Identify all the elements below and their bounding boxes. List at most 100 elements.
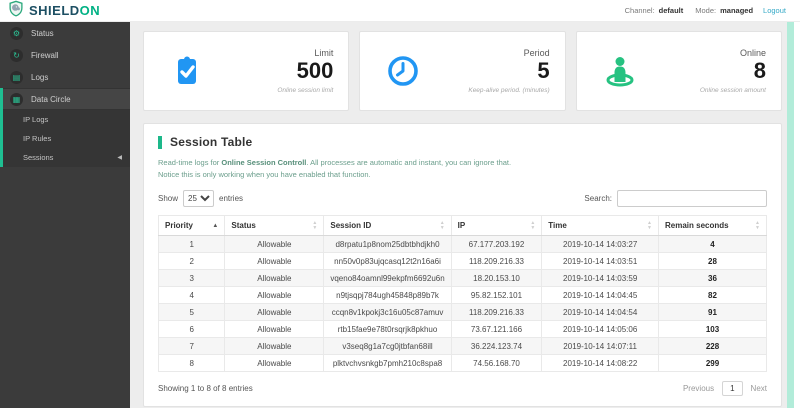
panel-description: Read-time logs for Online Session Contro… xyxy=(158,157,767,180)
brand-logo[interactable]: SHIELDON xyxy=(8,0,100,22)
table-row: 2 Allowable nn50v0p83ujqcasq12t2n16a6i 1… xyxy=(157,252,767,271)
card-value: 8 xyxy=(753,57,766,83)
sidebar-item-firewall[interactable]: ↻ Firewall xyxy=(0,44,130,66)
cell-remain-seconds: 299 xyxy=(658,354,767,373)
sidebar-item-data-circle[interactable]: ▦ Data Circle xyxy=(3,88,130,110)
mode-value: managed xyxy=(720,6,754,15)
cell-time: 2019-10-14 14:04:45 xyxy=(541,286,659,305)
main-content: Limit 500 Online session limit Period 5 … xyxy=(130,22,788,408)
column-header-status[interactable]: Status ▲ ▼ xyxy=(224,215,325,237)
column-header-session-id[interactable]: Session ID ▲ ▼ xyxy=(323,215,452,237)
table-row: 1 Allowable d8rpatu1p8nom25dbtbhdjkh0 67… xyxy=(157,235,767,254)
cell-remain-seconds: 4 xyxy=(658,235,767,254)
cell-status: Allowable xyxy=(224,235,325,254)
page-number-button[interactable]: 1 xyxy=(722,381,743,397)
sort-icon: ▲ ▼ xyxy=(647,220,652,231)
table-row: 5 Allowable ccqn8v1kpokj3c16u05c87amuv 1… xyxy=(157,303,767,322)
column-header-time[interactable]: Time ▲ ▼ xyxy=(541,215,659,237)
scrollbar[interactable] xyxy=(787,22,794,408)
cell-time: 2019-10-14 14:07:11 xyxy=(541,337,659,356)
cell-priority: 3 xyxy=(157,269,226,288)
top-bar: SHIELDON Channel: default Mode: managed … xyxy=(0,0,800,22)
card-caption: Online session limit xyxy=(277,87,334,95)
cell-time: 2019-10-14 14:08:22 xyxy=(541,354,659,373)
next-page-button[interactable]: Next xyxy=(751,384,767,393)
logout-link[interactable]: Logout xyxy=(763,6,786,15)
column-header-ip[interactable]: IP ▲ ▼ xyxy=(450,215,543,237)
cell-status: Allowable xyxy=(224,337,325,356)
cell-session-id: v3seq8g1a7cg0jtbfan68ill xyxy=(323,337,452,356)
shield-logo-icon xyxy=(8,0,24,22)
gear-icon: ⚙ xyxy=(10,26,23,40)
cell-session-id: nn50v0p83ujqcasq12t2n16a6i xyxy=(323,252,452,271)
sidebar-subitem-label: IP Logs xyxy=(23,115,49,124)
cell-priority: 6 xyxy=(157,320,226,339)
cell-priority: 1 xyxy=(157,235,226,254)
logs-icon: ▤ xyxy=(10,70,23,84)
title-accent-bar xyxy=(158,135,162,149)
sidebar-submenu: IP Logs IP Rules Sessions ◀ xyxy=(3,110,130,167)
cell-time: 2019-10-14 14:05:06 xyxy=(541,320,659,339)
sort-icon: ▲ ▼ xyxy=(439,220,445,231)
sidebar-subitem-sessions[interactable]: Sessions ◀ xyxy=(3,148,130,167)
table-row: 4 Allowable n9tjsqpj784ugh45848p89b7k 95… xyxy=(157,286,767,305)
cell-time: 2019-10-14 14:03:27 xyxy=(541,235,659,254)
cell-status: Allowable xyxy=(224,320,325,339)
cell-remain-seconds: 103 xyxy=(658,320,767,339)
online-card: Online 8 Online session amount xyxy=(575,31,782,111)
limit-card: Limit 500 Online session limit xyxy=(143,31,350,111)
stat-cards-row: Limit 500 Online session limit Period 5 … xyxy=(143,31,782,111)
sort-asc-icon: ▲ xyxy=(212,222,219,229)
sidebar-item-label: Logs xyxy=(31,72,49,82)
cell-time: 2019-10-14 14:04:54 xyxy=(541,303,659,322)
sidebar-item-label: Data Circle xyxy=(31,94,71,104)
cell-session-id: d8rpatu1p8nom25dbtbhdjkh0 xyxy=(323,235,452,254)
search-input[interactable] xyxy=(617,190,767,208)
cell-session-id: plktvchvsnkgb7pmh210c8spa8 xyxy=(323,354,452,373)
card-label: Online xyxy=(739,47,766,58)
sidebar-subitem-label: IP Rules xyxy=(23,134,52,143)
cell-time: 2019-10-14 14:03:59 xyxy=(541,269,659,288)
sidebar-item-logs[interactable]: ▤ Logs xyxy=(0,66,130,88)
app-window: SHIELDON Channel: default Mode: managed … xyxy=(0,0,800,408)
cell-priority: 7 xyxy=(157,337,226,356)
data-circle-icon: ▦ xyxy=(10,92,23,106)
cell-session-id: n9tjsqpj784ugh45848p89b7k xyxy=(323,286,452,305)
column-header-remain-seconds[interactable]: Remain seconds ▲ ▼ xyxy=(658,215,767,237)
cell-remain-seconds: 228 xyxy=(658,337,767,356)
person-online-icon xyxy=(577,53,663,89)
channel-value: default xyxy=(658,6,684,15)
clipboard-check-icon xyxy=(144,53,230,89)
card-label: Period xyxy=(523,47,550,58)
card-caption: Keep-alive period. (minutes) xyxy=(468,87,550,95)
column-header-priority[interactable]: Priority ▲ xyxy=(157,215,226,237)
search-label: Search: xyxy=(584,194,612,204)
sidebar-subitem-ip-logs[interactable]: IP Logs xyxy=(3,110,130,129)
cell-priority: 5 xyxy=(157,303,226,322)
cell-ip: 67.177.203.192 xyxy=(450,235,543,254)
sidebar-subitem-ip-rules[interactable]: IP Rules xyxy=(3,129,130,148)
card-value: 500 xyxy=(296,57,334,83)
sidebar-item-label: Status xyxy=(31,28,54,38)
card-caption: Online session amount xyxy=(699,87,766,95)
clock-icon xyxy=(360,53,446,89)
cell-ip: 95.82.152.101 xyxy=(450,286,543,305)
cell-time: 2019-10-14 14:03:51 xyxy=(541,252,659,271)
cell-ip: 36.224.123.74 xyxy=(450,337,543,356)
cell-ip: 74.56.168.70 xyxy=(450,354,543,373)
cell-session-id: rtb15fae9e78t0rsqrjk8pkhuo xyxy=(323,320,452,339)
sort-icon: ▲ ▼ xyxy=(530,220,536,231)
cell-status: Allowable xyxy=(224,303,325,322)
firewall-icon: ↻ xyxy=(10,48,23,62)
page-length-select[interactable]: 25 xyxy=(183,190,215,208)
cell-ip: 73.67.121.166 xyxy=(450,320,543,339)
pagination: Previous 1 Next xyxy=(683,381,767,397)
cell-session-id: vqeno84oamnl99ekpfm6692u6n xyxy=(323,269,452,288)
table-row: 8 Allowable plktvchvsnkgb7pmh210c8spa8 7… xyxy=(157,354,767,373)
sidebar-item-status[interactable]: ⚙ Status xyxy=(0,22,130,44)
collapse-arrow-icon: ◀ xyxy=(117,155,122,161)
previous-page-button[interactable]: Previous xyxy=(683,384,714,393)
description-highlight: Online Session Controll xyxy=(221,158,307,167)
brand-name: SHIELDON xyxy=(29,3,101,18)
cell-session-id: ccqn8v1kpokj3c16u05c87amuv xyxy=(323,303,452,322)
